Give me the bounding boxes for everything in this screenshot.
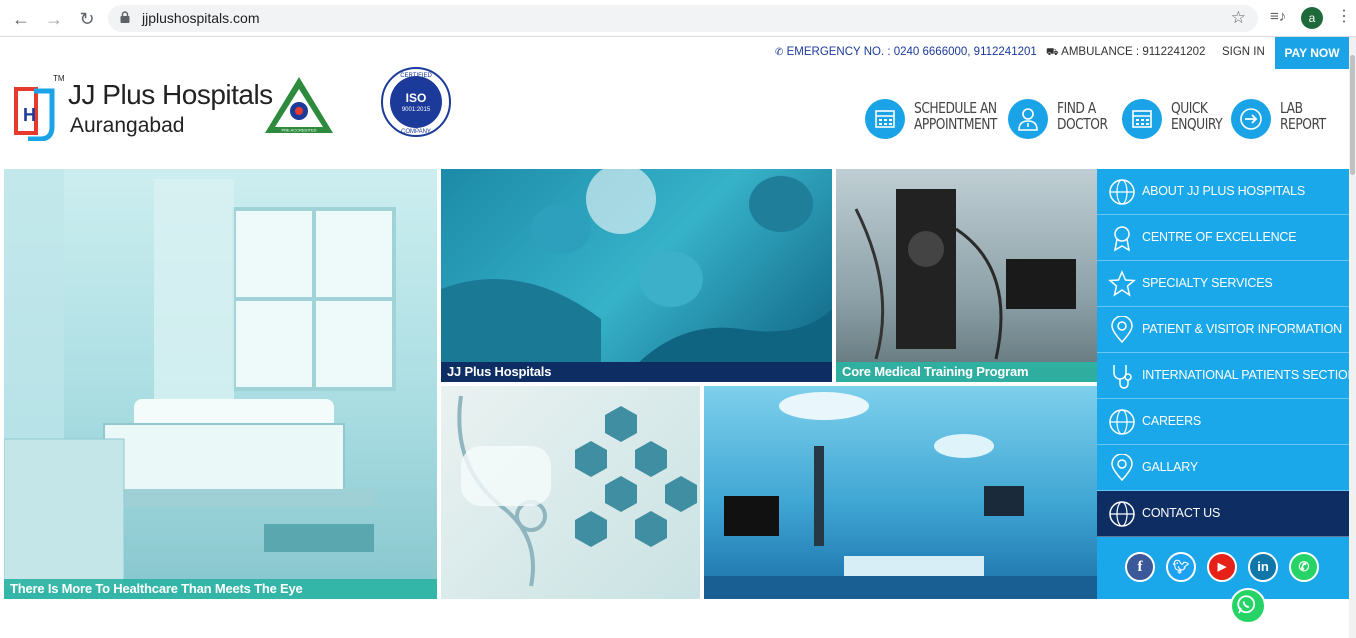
iso-mid-text: ISO	[406, 91, 427, 105]
emergency-number[interactable]: ✆ EMERGENCY NO. : 0240 6666000, 91122412…	[775, 46, 1037, 58]
hospital-ward-image	[4, 169, 396, 590]
brand-name[interactable]: JJ Plus Hospitals	[68, 79, 273, 111]
qa-line2: ENQUIRY	[1171, 115, 1223, 133]
top-contact-bar: ✆ EMERGENCY NO. : 0240 6666000, 91122412…	[0, 37, 1349, 69]
media-control-icon[interactable]: ≡♪	[1270, 8, 1286, 25]
star-icon	[1108, 270, 1136, 297]
url-text: jjplushospitals.com	[142, 10, 260, 26]
menu-kebab-icon[interactable]: ⋮	[1336, 6, 1352, 26]
sidenav-label: INTERNATIONAL PATIENTS SECTION	[1142, 368, 1356, 382]
sidenav-label: SPECIALTY SERVICES	[1142, 276, 1273, 290]
sign-in-link[interactable]: SIGN IN	[1222, 46, 1265, 58]
location-pin-icon	[1111, 316, 1133, 344]
pay-now-button[interactable]: PAY NOW	[1275, 37, 1349, 69]
sidenav-label: ABOUT JJ PLUS HOSPITALS	[1142, 184, 1306, 198]
reload-icon[interactable]: ↻	[76, 8, 98, 30]
calendar-icon	[1122, 99, 1162, 139]
emergency-text: EMERGENCY NO. : 0240 6666000, 9112241201	[786, 46, 1037, 58]
back-arrow-icon[interactable]: ←	[10, 8, 32, 30]
linkedin-icon[interactable]: in	[1248, 552, 1278, 582]
ambulance-number[interactable]: ⛟ AMBULANCE : 9112241202	[1046, 46, 1205, 60]
sidenav-item-careers[interactable]: CAREERS	[1097, 399, 1349, 445]
find-doctor-link[interactable]: FIND A DOCTOR	[1008, 99, 1108, 139]
bookmark-star-icon[interactable]: ☆	[1231, 8, 1246, 28]
iso-bottom-text: COMPANY	[401, 129, 431, 135]
jj-logo-icon[interactable]: H	[14, 85, 56, 141]
whatsapp-icon[interactable]: ✆	[1289, 552, 1319, 582]
quick-enquiry-link[interactable]: QUICK ENQUIRY	[1122, 99, 1223, 139]
qa-line1: FIND A	[1057, 99, 1096, 117]
schedule-appointment-label: SCHEDULE AN APPOINTMENT	[914, 100, 997, 132]
award-icon	[1113, 226, 1131, 252]
medical-equipment-image	[854, 189, 1076, 360]
qa-line2: REPORT	[1280, 115, 1326, 133]
sidenav-item-patient-visitor[interactable]: PATIENT & VISITOR INFORMATION	[1097, 307, 1349, 353]
qa-line2: APPOINTMENT	[914, 115, 997, 133]
whatsapp-chat-icon[interactable]	[1230, 588, 1266, 624]
sidenav-item-international[interactable]: INTERNATIONAL PATIENTS SECTION	[1097, 353, 1356, 399]
qa-line1: SCHEDULE AN	[914, 99, 997, 117]
sidenav-label: CONTACT US	[1142, 506, 1221, 520]
surgeons-image	[441, 169, 832, 382]
scrollbar-thumb[interactable]	[1350, 55, 1355, 175]
phone-icon: ✆	[775, 47, 784, 58]
tile-operating-theatre[interactable]	[704, 386, 1097, 599]
lock-icon	[120, 11, 130, 23]
digital-health-image	[457, 395, 697, 587]
nabh-accreditation-badge: PRE ACCREDITED	[265, 77, 333, 133]
sidenav-label: GALLARY	[1142, 460, 1199, 474]
side-navigation: ABOUT JJ PLUS HOSPITALS CENTRE OF EXCELL…	[1097, 169, 1356, 599]
arrow-right-icon	[1231, 99, 1271, 139]
location-pin-icon	[1111, 454, 1133, 482]
find-doctor-label: FIND A DOCTOR	[1057, 100, 1108, 132]
twitter-icon[interactable]: 🐦︎	[1166, 552, 1196, 582]
training-caption: Core Medical Training Program	[836, 362, 1097, 382]
iso-certified-badge: CERTIFIED ISO 9001:2015 COMPANY	[381, 67, 451, 137]
stethoscope-icon	[1113, 365, 1132, 389]
sidenav-item-gallery[interactable]: GALLARY	[1097, 445, 1349, 491]
sidenav-item-excellence[interactable]: CENTRE OF EXCELLENCE	[1097, 215, 1349, 261]
qa-line2: DOCTOR	[1057, 115, 1108, 133]
quick-enquiry-label: QUICK ENQUIRY	[1171, 99, 1223, 133]
sidenav-label: CAREERS	[1142, 414, 1202, 428]
sidenav-item-contact[interactable]: CONTACT US	[1097, 491, 1349, 537]
page-scrollbar[interactable]	[1349, 37, 1356, 638]
trademark-mark: TM	[53, 74, 65, 83]
youtube-icon[interactable]: ▶	[1207, 552, 1237, 582]
sidenav-item-specialty[interactable]: SPECIALTY SERVICES	[1097, 261, 1349, 307]
qa-line1: LAB	[1280, 99, 1303, 117]
calendar-icon	[865, 99, 905, 139]
qa-line1: QUICK	[1171, 99, 1208, 117]
ward-caption: There Is More To Healthcare Than Meets T…	[4, 579, 437, 599]
site-header: H TM JJ Plus Hospitals Aurangabad PRE AC…	[0, 67, 1349, 169]
nabh-text: PRE ACCREDITED	[281, 128, 316, 133]
globe-icon	[1109, 409, 1135, 435]
svg-text:H: H	[23, 105, 36, 125]
tile-surgeons[interactable]: JJ Plus Hospitals	[441, 169, 832, 382]
schedule-appointment-link[interactable]: SCHEDULE AN APPOINTMENT	[865, 99, 997, 139]
lab-report-link[interactable]: LAB REPORT	[1231, 99, 1331, 139]
sidenav-item-about[interactable]: ABOUT JJ PLUS HOSPITALS	[1097, 169, 1349, 215]
globe-icon	[1109, 179, 1135, 205]
forward-arrow-icon[interactable]: →	[43, 8, 65, 30]
lab-report-label: LAB REPORT	[1280, 100, 1326, 132]
tile-hospital-ward[interactable]: There Is More To Healthcare Than Meets T…	[4, 169, 437, 599]
browser-toolbar: ← → ↻ jjplushospitals.com ☆ ≡♪ a ⋮	[0, 0, 1356, 37]
sidenav-label: PATIENT & VISITOR INFORMATION	[1142, 322, 1343, 336]
surgeons-caption: JJ Plus Hospitals	[441, 362, 832, 382]
tile-medical-training[interactable]: Core Medical Training Program	[836, 169, 1097, 382]
globe-icon	[1109, 501, 1135, 527]
address-bar[interactable]: jjplushospitals.com ☆	[108, 5, 1258, 32]
ambulance-text: AMBULANCE : 9112241202	[1061, 46, 1206, 58]
doctor-icon	[1008, 99, 1048, 139]
facebook-icon[interactable]: f	[1125, 552, 1155, 582]
iso-top-text: CERTIFIED	[400, 73, 432, 79]
profile-avatar[interactable]: a	[1301, 7, 1323, 29]
tile-digital-health[interactable]	[441, 386, 700, 599]
sidenav-label: CENTRE OF EXCELLENCE	[1142, 230, 1297, 244]
brand-city: Aurangabad	[70, 114, 185, 137]
ambulance-icon: ⛟	[1046, 47, 1059, 58]
iso-number-text: 9001:2015	[402, 107, 431, 113]
operating-theatre-image	[704, 392, 1097, 599]
